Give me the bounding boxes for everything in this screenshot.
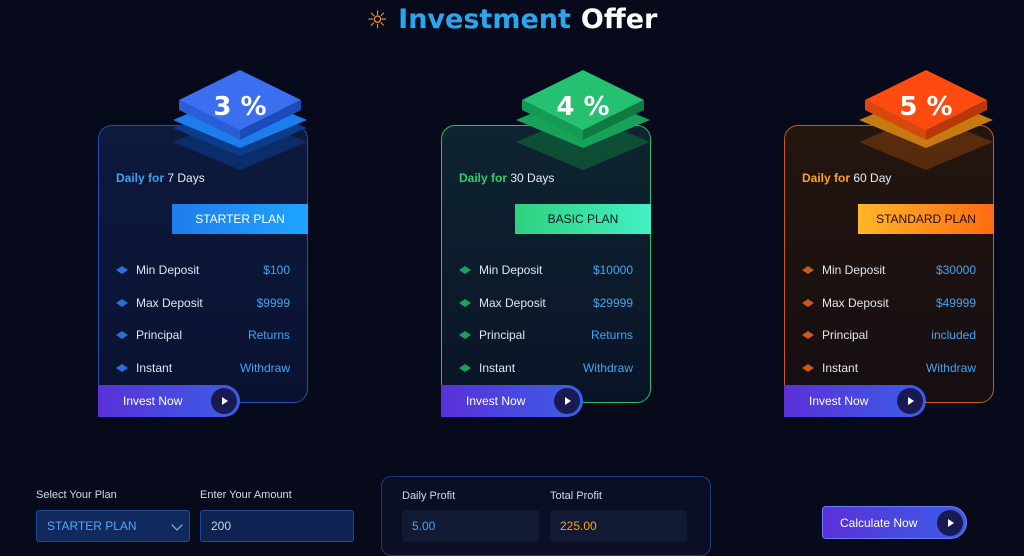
calculate-now-button[interactable]: Calculate Now xyxy=(822,506,967,539)
plan-details: Min Deposit $30000 Max Deposit $49999 Prin… xyxy=(802,254,976,384)
diamond-icon xyxy=(116,266,128,275)
diamond-icon xyxy=(459,363,471,372)
chevron-down-icon xyxy=(171,519,183,531)
title-rest: Offer xyxy=(580,4,658,35)
invest-now-button-basic[interactable]: Invest Now xyxy=(441,385,583,417)
invest-now-button-starter[interactable]: Invest Now xyxy=(98,385,240,417)
percent-badge-basic: 4 % xyxy=(514,70,652,170)
diamond-icon xyxy=(802,266,814,275)
detail-row: Min Deposit $30000 xyxy=(802,254,976,287)
daily-profit-label: Daily Profit xyxy=(402,490,456,502)
plan-details: Min Deposit $10000 Max Deposit $29999 Prin… xyxy=(459,254,633,384)
daily-profit-output: 5.00 xyxy=(402,510,539,542)
plan-details: Min Deposit $100 Max Deposit $9999 Princip… xyxy=(116,254,290,384)
amount-label: Enter Your Amount xyxy=(200,489,292,501)
play-icon xyxy=(554,388,580,414)
percent-badge-standard: 5 % xyxy=(857,70,995,170)
diamond-icon xyxy=(802,363,814,372)
percent-value: 4 % xyxy=(556,92,610,122)
detail-row: Min Deposit $100 xyxy=(116,254,290,287)
diamond-icon xyxy=(802,298,814,307)
percent-value: 3 % xyxy=(213,92,267,122)
play-icon xyxy=(937,510,963,536)
invest-now-button-standard[interactable]: Invest Now xyxy=(784,385,926,417)
diamond-icon xyxy=(459,331,471,340)
total-profit-label: Total Profit xyxy=(550,490,602,502)
diamond-icon xyxy=(459,266,471,275)
amount-input[interactable]: 200 xyxy=(200,510,354,542)
detail-row: Max Deposit $49999 xyxy=(802,287,976,320)
detail-row: Instant Withdraw xyxy=(802,352,976,385)
plan-duration: Daily for 7 Days xyxy=(116,171,205,185)
plan-select[interactable]: STARTER PLAN xyxy=(36,510,190,542)
title-highlight: Investment xyxy=(398,4,571,35)
diamond-icon xyxy=(116,298,128,307)
diamond-icon xyxy=(459,298,471,307)
plan-duration: Daily for 30 Days xyxy=(459,171,555,185)
play-icon xyxy=(897,388,923,414)
percent-badge-starter: 3 % xyxy=(171,70,309,170)
page-title: ☼ Investment Offer xyxy=(0,4,1024,35)
play-icon xyxy=(211,388,237,414)
plan-duration: Daily for 60 Day xyxy=(802,171,892,185)
detail-row: Principal Returns xyxy=(459,319,633,352)
detail-row: Min Deposit $10000 xyxy=(459,254,633,287)
select-plan-label: Select Your Plan xyxy=(36,489,117,501)
sun-icon: ☼ xyxy=(366,5,389,34)
detail-row: Max Deposit $9999 xyxy=(116,287,290,320)
diamond-icon xyxy=(802,331,814,340)
diamond-icon xyxy=(116,363,128,372)
percent-value: 5 % xyxy=(899,92,953,122)
diamond-icon xyxy=(116,331,128,340)
plan-name-tag: STANDARD PLAN xyxy=(858,204,994,234)
plan-name-tag: BASIC PLAN xyxy=(515,204,651,234)
detail-row: Instant Withdraw xyxy=(459,352,633,385)
plan-name-tag: STARTER PLAN xyxy=(172,204,308,234)
total-profit-output: 225.00 xyxy=(550,510,687,542)
detail-row: Instant Withdraw xyxy=(116,352,290,385)
detail-row: Max Deposit $29999 xyxy=(459,287,633,320)
detail-row: Principal Returns xyxy=(116,319,290,352)
detail-row: Principal included xyxy=(802,319,976,352)
